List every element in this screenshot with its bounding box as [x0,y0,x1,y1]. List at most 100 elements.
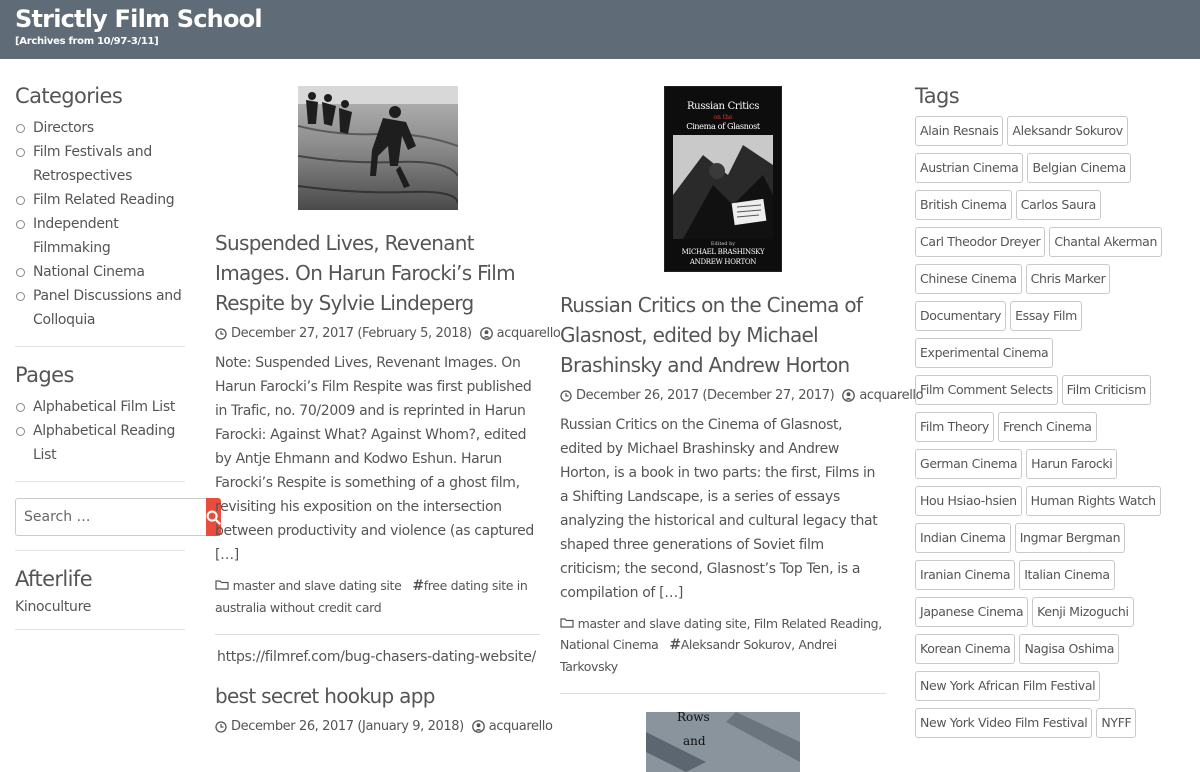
book-cover-editors-label: Edited by [710,241,736,247]
post-summary: Russian Critics on the Cinema of Glasnos… [560,417,878,601]
category-item[interactable]: Independent Filmmaking [15,212,185,260]
divider [15,346,185,347]
search-form [15,498,221,536]
tag-link[interactable]: Aleksandr Sokurov [1007,116,1128,146]
tag-link[interactable]: French Cinema [997,412,1097,442]
tag-link[interactable]: Film Criticism [1061,375,1151,405]
clock-icon [215,720,227,733]
next-book-cover-word: Rows [677,712,710,724]
post-title[interactable]: Russian Critics on the Cinema of Glasnos… [560,290,886,380]
post-thumbnail[interactable] [215,86,540,210]
pages-list: Alphabetical Film List Alphabetical Read… [15,395,185,467]
tag-link[interactable]: Film Comment Selects [915,375,1058,405]
book-cover-photo-image [673,135,773,239]
divider [15,481,185,482]
tag-link[interactable]: Korean Cinema [915,634,1016,664]
tag-cloud: Alain Resnais Aleksandr Sokurov Austrian C… [915,116,1185,738]
tag-link[interactable]: German Cinema [915,449,1023,479]
pages-title: Pages [15,363,74,387]
clock-icon [215,327,227,340]
post-date[interactable]: December 26, 2017 (December 27, 2017) [576,388,835,403]
clock-icon [560,389,572,402]
post-footer: master and slave dating site, Film Relat… [560,613,886,677]
afterlife-title: Afterlife [15,567,93,591]
hashtag-icon: # [412,578,424,594]
tag-link[interactable]: Austrian Cinema [915,153,1024,183]
tag-link[interactable]: Japanese Cinema [915,597,1029,627]
hashtag-icon: # [669,637,681,653]
folder-icon [215,579,229,590]
next-book-cover-word: and [683,734,706,748]
post-thumbnail[interactable]: Russian Critics on the Cinema of Glasnos… [664,86,782,272]
page-item[interactable]: Alphabetical Film List [15,395,185,419]
tag-link[interactable]: British Cinema [915,190,1012,220]
site-title[interactable]: Strictly Film School [15,5,263,33]
tag-link[interactable]: Film Theory [915,412,994,442]
folder-icon [560,617,574,628]
farming-photo-image [297,86,458,210]
tag-link[interactable]: Ingmar Bergman [1014,523,1126,553]
post-meta: December 26, 2017 (December 27, 2017) ac… [560,388,924,403]
tag-link[interactable]: Human Rights Watch [1025,486,1161,516]
tag-link[interactable]: Iranian Cinema [915,560,1016,590]
tag-link[interactable]: Carlos Saura [1015,190,1101,220]
post-author[interactable]: acquarello [489,719,553,734]
user-icon [842,389,856,402]
tags-title: Tags [915,84,960,108]
post-divider [560,693,886,694]
post-date[interactable]: December 26, 2017 (January 9, 2018) [231,719,464,734]
site-header: Strictly Film School [Archives from 10/9… [0,0,1200,59]
post-title[interactable]: best secret hookup app [215,681,540,711]
tag-link[interactable]: Harun Farocki [1026,449,1118,479]
tag-link[interactable]: NYFF [1096,708,1137,738]
categories-list: Directors Film Festivals and Retrospecti… [15,116,185,332]
category-item[interactable]: Film Related Reading [15,188,185,212]
post-divider [215,634,540,635]
post-footer: master and slave dating site # free datin… [215,575,540,618]
tag-link[interactable]: Experimental Cinema [915,338,1054,368]
tags-widget: Tags Alain Resnais Aleksandr Sokurov Austr… [915,84,1185,738]
categories-title: Categories [15,84,123,108]
divider [15,550,185,551]
left-sidebar: Categories Directors Film Festivals and … [15,84,221,646]
tag-link[interactable]: Chris Marker [1025,264,1111,294]
page-item[interactable]: Alphabetical Reading List [15,419,185,467]
tag-link[interactable]: Chinese Cinema [915,264,1022,294]
tag-link[interactable]: Italian Cinema [1019,560,1115,590]
tag-link[interactable]: New York African Film Festival [915,671,1101,701]
user-icon [471,720,485,733]
tag-link[interactable]: Alain Resnais [915,116,1004,146]
tag-link[interactable]: Hou Hsiao-hsien [915,486,1022,516]
category-item[interactable]: Film Festivals and Retrospectives [15,140,185,188]
post-author[interactable]: acquarello [497,326,561,341]
tag-link[interactable]: Nagisa Oshima [1019,634,1120,664]
search-input[interactable] [15,498,206,536]
kinoculture-link[interactable]: Kinoculture [15,599,185,615]
book-cover-editor-1: MICHAEL BRASHINSKY [681,248,765,256]
post-column-2: Russian Critics on the Cinema of Glasnos… [560,86,924,772]
tag-link[interactable]: Kenji Mizoguchi [1032,597,1134,627]
category-item[interactable]: Directors [15,116,185,140]
tag-link[interactable]: Carl Theodor Dreyer [915,227,1046,257]
post-title[interactable]: Suspended Lives, Revenant Images. On Har… [215,228,540,318]
post-url-text: https://filmref.com/bug-chasers-dating-w… [217,649,536,665]
book-cover-title-top: Russian Critics [686,101,760,112]
post-meta: December 27, 2017 (February 5, 2018) acq… [215,326,561,341]
post-column-1: Suspended Lives, Revenant Images. On Har… [215,86,561,734]
tag-link[interactable]: Indian Cinema [915,523,1011,553]
tag-link[interactable]: Chantal Akerman [1049,227,1163,257]
tag-link[interactable]: Documentary [915,301,1007,331]
post-thumbnail[interactable]: Rows and [646,712,800,772]
category-item[interactable]: National Cinema [15,260,185,284]
site-description: [Archives from 10/97-3/11] [15,36,159,47]
next-book-cover-image [646,712,800,772]
tag-link[interactable]: Belgian Cinema [1027,153,1131,183]
post-categories[interactable]: master and slave dating site [233,578,402,593]
post-meta: December 26, 2017 (January 9, 2018) acqu… [215,719,553,734]
post-date[interactable]: December 27, 2017 (February 5, 2018) [231,326,472,341]
tag-link[interactable]: Essay Film [1010,301,1082,331]
category-item[interactable]: Panel Discussions and Colloquia [15,284,185,332]
book-cover-title-mid: on the [713,114,733,121]
tag-link[interactable]: New York Video Film Festival [915,708,1093,738]
post-author[interactable]: acquarello [859,388,923,403]
